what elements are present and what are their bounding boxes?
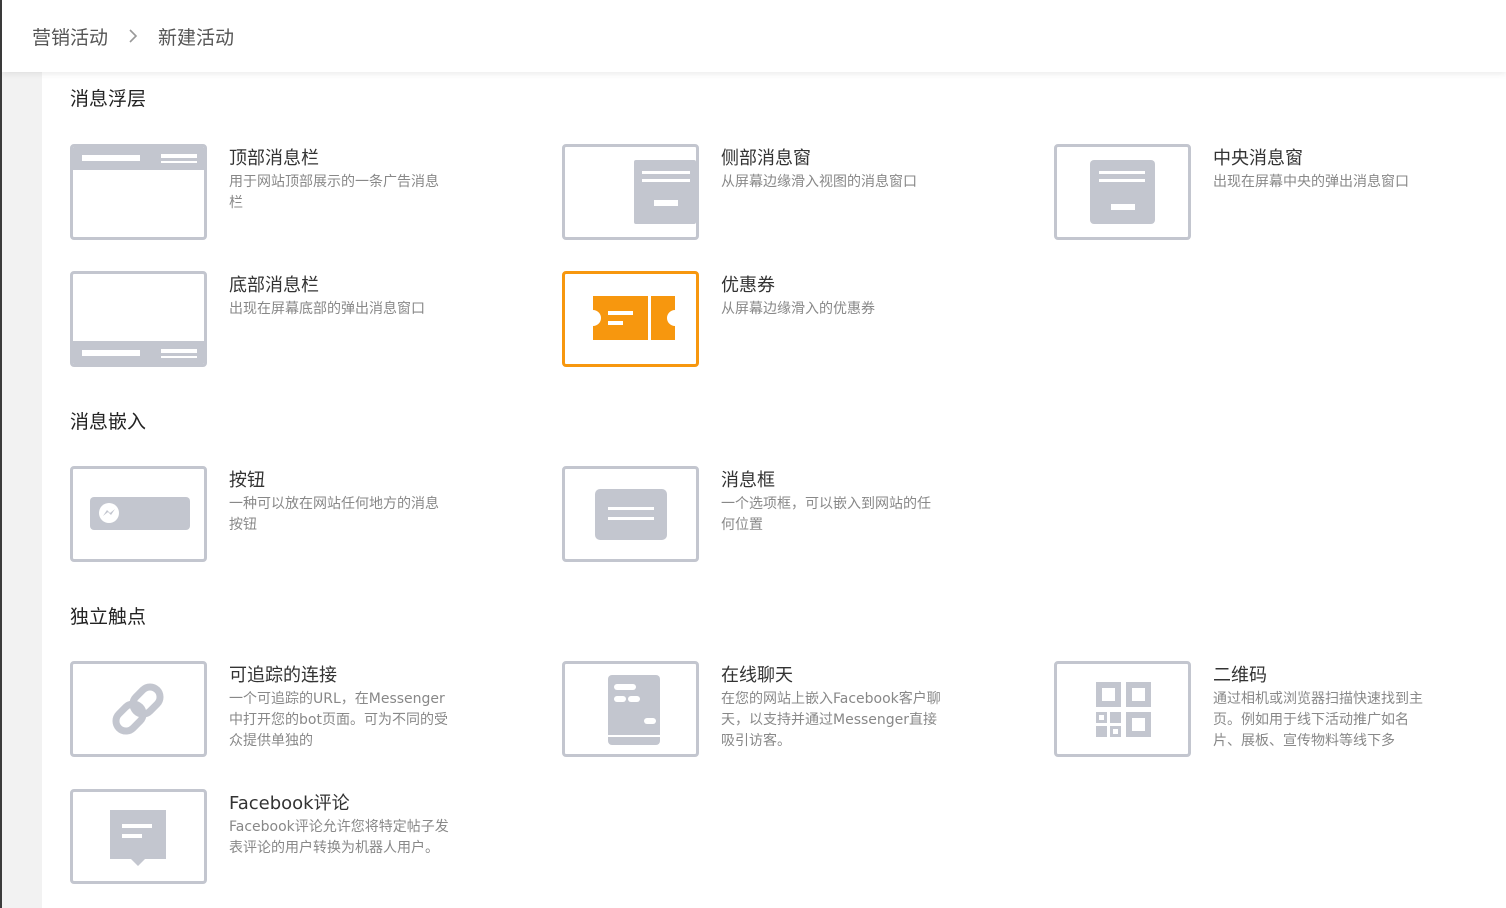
card-center-window[interactable]: 中央消息窗 出现在屏幕中央的弹出消息窗口	[1054, 144, 1494, 242]
card-desc: 通过相机或浏览器扫描快速找到主页。例如用于线下活动推广如名片、展板、宣传物料等线…	[1213, 691, 1423, 749]
card-desc: 从屏幕边缘滑入视图的消息窗口	[721, 174, 917, 190]
card-title: 在线聊天	[721, 665, 793, 686]
header-bar: 营销活动 新建活动	[2, 0, 1506, 72]
content-panel: 消息浮层 顶部消息栏 用于网站顶部展示的一条广告消息栏 侧部消息窗 从屏幕边缘滑…	[42, 72, 1506, 908]
messenger-button-icon	[70, 466, 207, 562]
link-icon	[70, 661, 207, 757]
qr-code-icon	[1054, 661, 1191, 757]
window-edge	[0, 0, 2, 908]
card-title: 消息框	[721, 470, 775, 491]
card-fb-comment[interactable]: Facebook评论 Facebook评论允许您将特定帖子发表评论的用户转换为机…	[70, 789, 510, 887]
card-message-box[interactable]: 消息框 一个选项框，可以嵌入到网站的任何位置	[562, 466, 1002, 564]
breadcrumb-parent[interactable]: 营销活动	[32, 23, 108, 50]
card-title: 中央消息窗	[1213, 148, 1303, 169]
card-title: Facebook评论	[229, 793, 350, 814]
center-window-icon	[1054, 144, 1191, 240]
card-top-bar[interactable]: 顶部消息栏 用于网站顶部展示的一条广告消息栏	[70, 144, 510, 242]
message-box-icon	[562, 466, 699, 562]
comment-icon	[70, 789, 207, 884]
card-desc: 一个选项框，可以嵌入到网站的任何位置	[721, 496, 931, 533]
bottom-bar-icon	[70, 271, 207, 367]
card-desc: Facebook评论允许您将特定帖子发表评论的用户转换为机器人用户。	[229, 819, 449, 856]
card-title: 按钮	[229, 470, 265, 491]
card-bottom-bar[interactable]: 底部消息栏 出现在屏幕底部的弹出消息窗口	[70, 271, 510, 369]
card-desc: 用于网站顶部展示的一条广告消息栏	[229, 174, 439, 211]
card-title: 可追踪的连接	[229, 665, 337, 686]
card-desc: 出现在屏幕中央的弹出消息窗口	[1213, 174, 1409, 190]
chat-icon	[562, 661, 699, 757]
card-title: 底部消息栏	[229, 275, 319, 296]
breadcrumb-current: 新建活动	[158, 26, 235, 49]
card-side-window[interactable]: 侧部消息窗 从屏幕边缘滑入视图的消息窗口	[562, 144, 1002, 242]
chevron-right-icon	[128, 28, 138, 44]
coupon-icon	[562, 271, 699, 367]
card-desc: 从屏幕边缘滑入的优惠券	[721, 301, 875, 317]
side-window-icon	[562, 144, 699, 240]
card-title: 优惠券	[721, 275, 775, 296]
top-bar-icon	[70, 144, 207, 240]
card-desc: 出现在屏幕底部的弹出消息窗口	[229, 301, 425, 317]
section-title-overlay: 消息浮层	[70, 88, 147, 110]
card-live-chat[interactable]: 在线聊天 在您的网站上嵌入Facebook客户聊天，以支持并通过Messenge…	[562, 661, 1002, 759]
section-title-embed: 消息嵌入	[70, 411, 147, 433]
card-tracked-link[interactable]: 可追踪的连接 一个可追踪的URL，在Messenger中打开您的bot页面。可为…	[70, 661, 510, 759]
card-qr-code[interactable]: 二维码 通过相机或浏览器扫描快速找到主页。例如用于线下活动推广如名片、展板、宣传…	[1054, 661, 1494, 759]
card-desc: 一个可追踪的URL，在Messenger中打开您的bot页面。可为不同的受众提供…	[229, 691, 448, 749]
card-coupon[interactable]: 优惠券 从屏幕边缘滑入的优惠券	[562, 271, 1002, 369]
card-desc: 一种可以放在网站任何地方的消息按钮	[229, 496, 439, 533]
card-title: 侧部消息窗	[721, 148, 811, 169]
section-title-standalone: 独立触点	[70, 606, 147, 628]
card-button[interactable]: 按钮 一种可以放在网站任何地方的消息按钮	[70, 466, 510, 564]
card-title: 顶部消息栏	[229, 148, 319, 169]
card-desc: 在您的网站上嵌入Facebook客户聊天，以支持并通过Messenger直接吸引…	[721, 691, 941, 749]
card-title: 二维码	[1213, 665, 1267, 686]
